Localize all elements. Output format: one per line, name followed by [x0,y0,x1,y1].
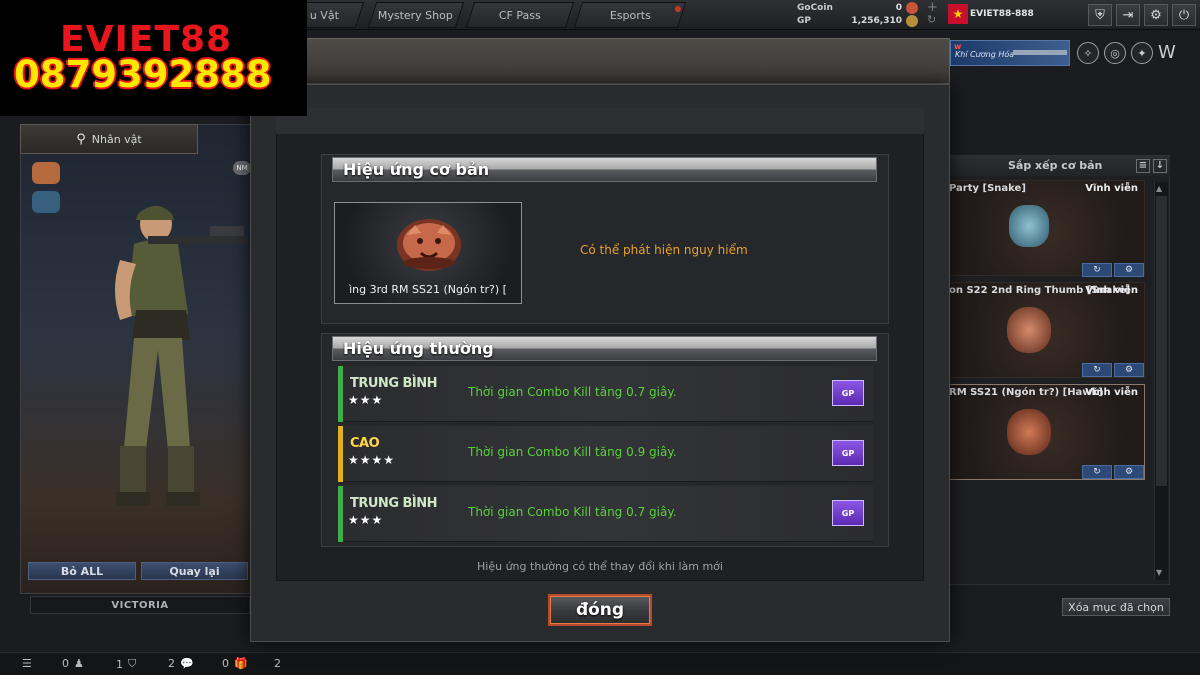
gear-icon[interactable]: ⚙ [1144,4,1168,26]
bottom-status-bar: ☰ 0 ♟ 1 ⛉ 2 💬 0 🎁 2 [0,652,1200,675]
character-icon: ⚲ [76,131,86,147]
basic-effect-text: Có thể phát hiện nguy hiểm [580,243,748,257]
mask-badge-icon[interactable] [32,191,60,213]
clan-shield-icon: ⛉ [128,657,137,670]
list-view-icon[interactable]: ≡ [1136,159,1150,173]
scroll-up-icon[interactable]: ▲ [1156,184,1162,193]
squad-icon: ♟ [74,657,84,670]
username: EVIET88-888 [970,9,1034,19]
effect-text: Thời gian Combo Kill tăng 0.7 giây. [468,505,677,519]
normal-effect-title: Hiệu ứng thường [332,336,877,361]
inventory-scrollbar[interactable]: ▲ ▼ [1154,182,1168,580]
upgrade-icon[interactable]: ↻ [1082,363,1112,377]
squad-counter[interactable]: 0 ♟ [62,657,84,670]
scroll-thumb[interactable] [1156,196,1167,486]
ring-icon [1009,205,1049,247]
class-badge-icon[interactable] [32,162,60,184]
back-button[interactable]: Quay lại [141,562,248,580]
rifle-icon [1013,50,1067,55]
gp-coin-icon [906,15,918,27]
alert-counter[interactable]: 2 [274,657,281,670]
tab-esports[interactable]: Esports [573,2,687,28]
effect-row: TRUNG BÌNH ★★★ Thời gian Combo Kill tăng… [338,486,873,542]
basic-effect-title: Hiệu ứng cơ bản [332,157,877,182]
effect-grade: CAO [350,436,380,451]
tab-character[interactable]: ⚲ Nhân vật [20,124,198,154]
notification-dot [675,6,681,12]
tab-mystery-shop[interactable]: Mystery Shop [367,2,465,28]
gocoin-icon [906,2,918,14]
tiger-ring-icon [397,219,461,271]
nm-badge-icon: NM [233,161,251,175]
shield-icon[interactable]: ⛨ [1088,4,1112,26]
ring-icon [1007,409,1051,455]
grade-stripe [338,366,343,422]
grade-stripe [338,426,343,482]
close-button[interactable]: đóng [548,594,652,626]
inventory-item[interactable]: on S22 2nd Ring Thumb [Snake] Vĩnh viễn … [948,282,1145,378]
effect-row: CAO ★★★★ Thời gian Combo Kill tăng 0.9 g… [338,426,873,482]
wings-icon[interactable]: W [1158,42,1176,63]
settings-icon[interactable]: ⚙ [1114,363,1144,377]
modal-content-header [276,108,924,134]
inventory-item[interactable]: Party [Snake] Vĩnh viễn ↻ ⚙ [948,180,1145,277]
clan-counter[interactable]: 1 ⛉ [116,657,136,671]
gocoin-value: 0 [895,3,902,13]
ring-icon [1007,307,1051,353]
sort-label[interactable]: Sắp xếp cơ bản [1008,159,1102,172]
character-model [115,206,248,506]
gp-label: GP [797,16,811,26]
chat-counter[interactable]: 2 💬 [168,657,194,670]
settings-icon[interactable]: ⚙ [1114,263,1144,277]
reroll-gp-button[interactable]: GP [832,500,864,526]
rank-icon[interactable]: ✧ [1077,42,1099,64]
effect-grade: TRUNG BÌNH [350,376,438,391]
clear-selected-button[interactable]: Xóa mục đã chọn [1062,598,1170,616]
power-icon[interactable]: ⏻ [1172,4,1196,26]
target-icon[interactable]: ◎ [1104,42,1126,64]
gocoin-label: GoCoin [797,3,833,13]
modal-header [250,38,950,84]
gp-value: 1,256,310 [851,16,902,26]
refresh-icon[interactable]: ↻ [927,14,936,26]
effect-stars: ★★★★ [348,453,396,467]
exit-room-icon[interactable]: ⇥ [1116,4,1140,26]
effect-text: Thời gian Combo Kill tăng 0.7 giây. [468,385,677,399]
effect-grade: TRUNG BÌNH [350,496,438,511]
chat-icon: 💬 [180,657,194,670]
scroll-down-icon[interactable]: ▼ [1156,568,1162,577]
settings-icon[interactable]: ⚙ [1114,465,1144,479]
sort-down-icon[interactable]: ↓ [1153,159,1167,173]
emblem-icon[interactable]: ✦ [1131,42,1153,64]
character-name: VICTORIA [30,596,250,614]
gift-counter[interactable]: 0 🎁 [222,657,248,670]
watermark-phone: 0879392888 [14,53,272,96]
effect-row: TRUNG BÌNH ★★★ Thời gian Combo Kill tăng… [338,366,873,422]
effect-footnote: Hiệu ứng thường có thể thay đổi khi làm … [477,560,723,573]
effect-stars: ★★★ [348,393,384,407]
weapon-banner[interactable]: w Khí Cương Hóa [950,40,1070,66]
effect-stars: ★★★ [348,513,384,527]
gift-icon: 🎁 [234,657,248,670]
effect-text: Thời gian Combo Kill tăng 0.9 giây. [468,445,677,459]
upgrade-icon[interactable]: ↻ [1082,263,1112,277]
item-name: ìng 3rd RM SS21 (Ngón tr?) [ [349,283,507,296]
list-icon: ☰ [22,657,32,670]
inventory-item-selected[interactable]: RM SS21 (Ngón tr?) [Hawk] Vĩnh viễn ↻ ⚙ [948,384,1145,480]
tab-cf-pass[interactable]: CF Pass [465,2,575,28]
reroll-gp-button[interactable]: GP [832,440,864,466]
remove-all-button[interactable]: Bỏ ALL [28,562,136,580]
grade-stripe [338,486,343,542]
sort-bar: Sắp xếp cơ bản ≡ ↓ [948,156,1170,176]
upgrade-icon[interactable]: ↻ [1082,465,1112,479]
menu-item[interactable]: ☰ [22,657,32,670]
vietnam-flag-icon: ★ [948,4,968,24]
reroll-gp-button[interactable]: GP [832,380,864,406]
